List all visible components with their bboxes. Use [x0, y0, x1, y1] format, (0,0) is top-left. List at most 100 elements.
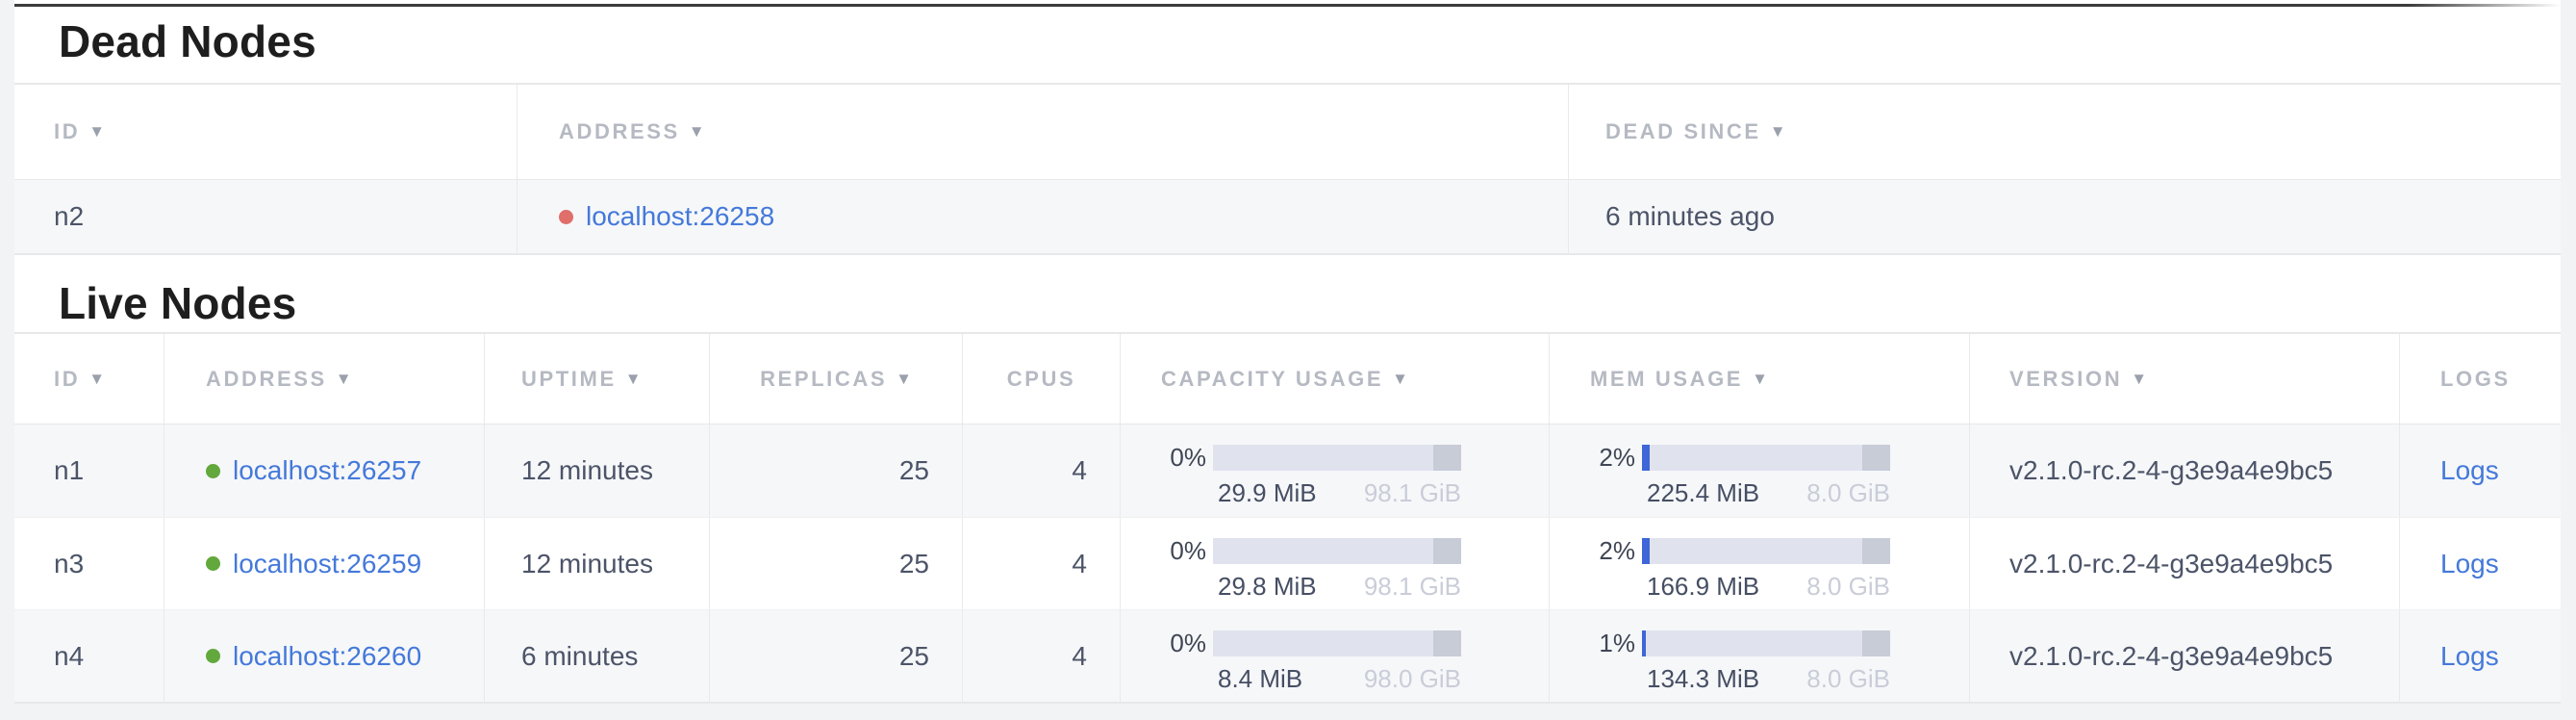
usage-bar-endcap — [1862, 630, 1890, 656]
cell-address: localhost:26257 — [164, 424, 485, 517]
usage-bar-track — [1642, 445, 1890, 471]
cell-memory: 2%225.4 MiB8.0 GiB — [1550, 424, 1970, 517]
usage-total-label: 8.0 GiB — [1806, 573, 1890, 600]
node-address-link[interactable]: localhost:26260 — [233, 641, 421, 672]
cell-text: 4 — [1072, 641, 1087, 672]
capacity-usage-bar: 0%29.9 MiB98.1 GiB — [1121, 445, 1461, 506]
memory-usage-bar: 2%225.4 MiB8.0 GiB — [1550, 445, 1890, 506]
column-header-address[interactable]: ADDRESS ▼ — [164, 334, 485, 424]
column-header-uptime[interactable]: UPTIME▼ — [485, 334, 710, 424]
column-header-label: ID — [54, 367, 80, 392]
usage-percent-label: 0% — [1121, 630, 1213, 692]
cell-text: 25 — [899, 641, 929, 672]
node-address-link[interactable]: localhost:26258 — [586, 201, 774, 232]
usage-bar-box: 225.4 MiB8.0 GiB — [1642, 445, 1890, 506]
cell-text: 4 — [1072, 549, 1087, 579]
usage-bar-track — [1213, 538, 1461, 564]
column-header-capacity[interactable]: CAPACITY USAGE▼ — [1121, 334, 1550, 424]
cell-id: n4 — [14, 610, 164, 702]
cell-text: 6 minutes ago — [1605, 201, 1775, 232]
cell-id: n1 — [14, 424, 164, 517]
column-header-replicas[interactable]: REPLICAS ▼ — [710, 334, 963, 424]
cell-logs: Logs — [2400, 424, 2561, 517]
live-nodes-title: Live Nodes — [59, 277, 296, 329]
table-row: n1localhost:2625712 minutes2540%29.9 MiB… — [14, 424, 2561, 517]
column-header-dead_since[interactable]: DEAD SINCE▼ — [1569, 85, 2561, 179]
logs-link[interactable]: Logs — [2440, 455, 2499, 486]
cell-text: v2.1.0-rc.2-4-g3e9a4e9bc5 — [2009, 455, 2333, 486]
usage-bar-box: 29.8 MiB98.1 GiB — [1213, 538, 1461, 600]
column-header-label: ADDRESS — [559, 119, 680, 144]
usage-percent-label: 1% — [1550, 630, 1642, 692]
column-header-label: ADDRESS — [206, 367, 327, 392]
cell-logs: Logs — [2400, 518, 2561, 609]
usage-total-label: 8.0 GiB — [1806, 665, 1890, 692]
cell-uptime: 12 minutes — [485, 424, 710, 517]
column-header-label: CAPACITY USAGE — [1161, 367, 1383, 392]
column-header-cpus: CPUS — [963, 334, 1121, 424]
usage-bar-endcap — [1433, 445, 1461, 471]
cell-replicas: 25 — [710, 424, 963, 517]
logs-link[interactable]: Logs — [2440, 641, 2499, 672]
node-address-link[interactable]: localhost:26257 — [233, 455, 421, 486]
column-header-address[interactable]: ADDRESS ▼ — [518, 85, 1569, 179]
node-address-link[interactable]: localhost:26259 — [233, 549, 421, 579]
table-row: n2 localhost:26258 6 minutes ago — [14, 180, 2561, 253]
column-header-memory[interactable]: MEM USAGE▼ — [1550, 334, 1970, 424]
usage-bar-endcap — [1862, 538, 1890, 564]
sort-arrow-icon: ▼ — [689, 122, 705, 141]
cell-text: 12 minutes — [521, 455, 653, 486]
cell-text: 4 — [1072, 455, 1087, 486]
usage-total-label: 98.0 GiB — [1364, 665, 1461, 692]
usage-used-label: 29.8 MiB — [1213, 573, 1317, 600]
table-header-row: ID▼ADDRESS▼DEAD SINCE▼ — [14, 85, 2561, 180]
logs-link[interactable]: Logs — [2440, 549, 2499, 579]
cell-capacity: 0%8.4 MiB98.0 GiB — [1121, 610, 1550, 702]
cell-text: 25 — [899, 549, 929, 579]
column-header-label: DEAD SINCE — [1605, 119, 1761, 144]
cell-dead_since: 6 minutes ago — [1569, 180, 2561, 253]
sort-arrow-icon: ▼ — [896, 370, 912, 389]
usage-total-label: 98.1 GiB — [1364, 479, 1461, 506]
cell-id: n2 — [14, 180, 518, 253]
nodes-overview-page: Dead Nodes ID▼ADDRESS▼DEAD SINCE▼n2local… — [0, 0, 2576, 720]
usage-bar-endcap — [1433, 630, 1461, 656]
column-header-label: CPUS — [1007, 367, 1076, 392]
cell-text: n2 — [54, 201, 84, 232]
usage-bar-box: 166.9 MiB 8.0 GiB — [1642, 538, 1890, 600]
column-header-id[interactable]: ID ▼ — [14, 334, 164, 424]
usage-bar-fill — [1642, 445, 1650, 471]
node-status-dot-icon — [206, 464, 220, 478]
node-status-dot-icon — [206, 649, 220, 663]
cell-cpus: 4 — [963, 610, 1121, 702]
usage-percent-label: 0% — [1121, 538, 1213, 600]
cell-memory: 2%166.9 MiB8.0 GiB — [1550, 518, 1970, 609]
usage-percent-label: 2% — [1550, 445, 1642, 506]
sort-arrow-icon: ▼ — [88, 370, 105, 389]
cell-memory: 1%134.3 MiB 8.0 GiB — [1550, 610, 1970, 702]
cell-text: n4 — [54, 641, 84, 672]
column-header-id[interactable]: ID▼ — [14, 85, 518, 179]
column-header-label: REPLICAS — [760, 367, 887, 392]
sort-arrow-icon: ▼ — [625, 370, 642, 389]
cell-capacity: 0%29.9 MiB98.1 GiB — [1121, 424, 1550, 517]
usage-bar-track — [1213, 445, 1461, 471]
sort-arrow-icon: ▼ — [88, 122, 105, 141]
cell-version: v2.1.0-rc.2-4-g3e9a4e9bc5 — [1970, 424, 2400, 517]
cell-text: v2.1.0-rc.2-4-g3e9a4e9bc5 — [2009, 549, 2333, 579]
usage-used-label: 166.9 MiB — [1642, 573, 1759, 600]
column-header-version[interactable]: VERSION▼ — [1970, 334, 2400, 424]
sort-arrow-icon: ▼ — [2131, 370, 2147, 389]
cell-text: v2.1.0-rc.2-4-g3e9a4e9bc5 — [2009, 641, 2333, 672]
usage-used-label: 134.3 MiB — [1642, 665, 1759, 692]
cell-cpus: 4 — [963, 424, 1121, 517]
sort-arrow-icon: ▼ — [336, 370, 352, 389]
usage-bar-endcap — [1862, 445, 1890, 471]
table-row: n3localhost:2625912 minutes2540%29.8 MiB… — [14, 517, 2561, 609]
column-header-label: LOGS — [2440, 367, 2511, 392]
content-panel: Dead Nodes ID▼ADDRESS▼DEAD SINCE▼n2local… — [14, 0, 2561, 703]
usage-used-label: 29.9 MiB — [1213, 479, 1317, 506]
column-header-label: MEM USAGE — [1590, 367, 1743, 392]
usage-labels: 29.8 MiB98.1 GiB — [1213, 573, 1461, 600]
usage-used-label: 225.4 MiB — [1642, 479, 1759, 506]
